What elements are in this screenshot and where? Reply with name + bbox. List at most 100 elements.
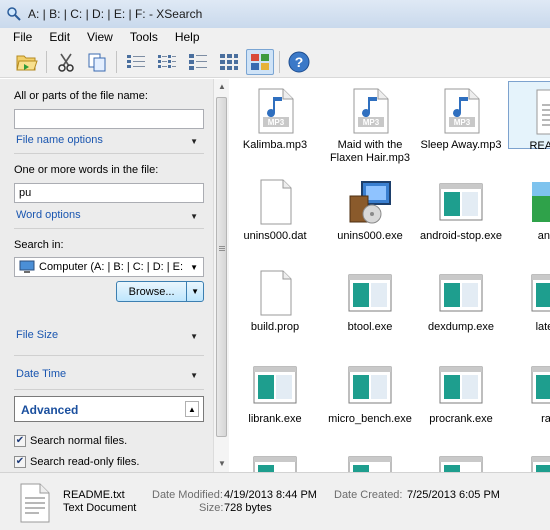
browse-button[interactable]: Browse... ▼ [116,281,204,302]
status-bar: README.txt Text Document Date Modified: … [0,472,550,530]
file-name: build.prop [250,321,300,333]
file-name: dexdump.exe [427,321,495,333]
grip-line [219,248,225,249]
result-item-partial[interactable] [230,451,320,472]
title-bar: A: | B: | C: | D: | E: | F: - XSearch [0,0,550,28]
word-options-toggle[interactable]: Word options ▼ [16,209,202,221]
menu-file[interactable]: File [4,30,40,44]
svg-text:MP3: MP3 [268,118,285,127]
result-item-selected[interactable]: README [508,81,550,152]
chevron-down-icon[interactable]: ▼ [187,287,203,296]
file-name: micro_bench.exe [328,413,412,425]
exe-window-icon [253,366,297,404]
result-item[interactable]: MP3 Kalimba.mp3 [230,87,320,152]
chevron-down-icon: ▼ [190,332,198,341]
result-item[interactable]: androi [508,178,550,243]
result-item[interactable]: librank.exe [230,361,320,426]
menu-view[interactable]: View [78,30,121,44]
left-panel-scrollbar[interactable]: ▲ ▼ [213,79,229,472]
result-item[interactable]: procrank.exe [416,361,506,426]
date-modified-label: Date Modified: [152,489,223,501]
result-item[interactable]: build.prop [230,269,320,334]
result-item[interactable]: micro_bench.exe [325,361,415,426]
details-view-icon [127,54,145,68]
copy-button[interactable] [83,49,111,75]
exe-window-icon [531,274,550,312]
scroll-up-icon[interactable]: ▲ [214,79,230,95]
result-item[interactable]: btool.exe [325,269,415,334]
file-name: procrank.exe [429,413,493,425]
large-icons-view-icon [251,53,269,70]
exe-window-icon [531,366,550,404]
scroll-thumb[interactable] [216,97,227,437]
list-view-button[interactable] [153,49,181,75]
copy-icon [88,53,106,71]
words-input[interactable] [14,183,204,203]
words-label: One or more words in the file: [14,164,159,176]
chevron-down-icon: ▼ [190,371,198,380]
search-read-only-files-checkbox[interactable]: ✔ Search read-only files. [14,456,139,468]
search-in-label: Search in: [14,239,64,251]
result-item[interactable]: MP3 Sleep Away.mp3 [416,87,506,152]
blank-file-icon [260,270,292,316]
results-panel: MP3 Kalimba.mp3 MP3 Maid with the Flaxen… [230,79,550,472]
result-item[interactable]: unins000.exe [325,178,415,243]
search-in-value: Computer (A: | B: | C: | D: | E: [39,261,184,273]
search-icon [7,7,21,21]
cut-button[interactable] [52,49,80,75]
result-item[interactable]: MP3 Maid with the Flaxen Hair.mp3 [325,87,415,165]
advanced-label: Advanced [21,403,79,417]
toolbar: ? [0,46,550,78]
mp3-icon: MP3 [444,88,480,134]
open-folder-icon [16,55,38,70]
details-view-button[interactable] [122,49,150,75]
result-item[interactable]: rawb [508,361,550,426]
result-item-partial[interactable] [508,451,550,472]
file-name-input[interactable] [14,109,204,129]
search-in-select[interactable]: Computer (A: | B: | C: | D: | E: ▼ [14,257,204,277]
date-time-toggle[interactable]: Date Time ▼ [16,368,202,380]
mp3-icon: MP3 [258,88,294,134]
result-item[interactable]: android-stop.exe [416,178,506,243]
tiles-view-button[interactable] [215,49,243,75]
file-name: rawb [541,413,550,425]
date-created-label: Date Created: [334,489,403,501]
document-icon [536,89,550,135]
advanced-toggle[interactable]: Advanced ▲ [14,396,204,422]
small-icons-view-button[interactable] [184,49,212,75]
menu-help[interactable]: Help [166,30,208,44]
file-name-options-label: File name options [16,134,103,146]
exe-window-icon [531,456,550,472]
result-item-partial[interactable] [325,451,415,472]
list-view-icon [158,54,176,68]
menu-tools[interactable]: Tools [121,30,166,44]
result-item-partial[interactable] [416,451,506,472]
svg-text:MP3: MP3 [363,118,380,127]
browse-label: Browse... [128,285,175,298]
file-name: Maid with the Flaxen Hair.mp3 [329,139,411,164]
tiles-view-icon [220,53,238,70]
search-normal-files-checkbox[interactable]: ✔ Search normal files. [14,435,127,447]
status-file-type: Text Document [63,502,137,514]
chevron-down-icon: ▼ [190,263,198,272]
small-icons-view-icon [189,53,207,70]
exe-window-icon [439,456,483,472]
result-item[interactable]: dexdump.exe [416,269,506,334]
divider [14,389,204,390]
word-options-label: Word options [16,209,81,221]
file-name-options-toggle[interactable]: File name options ▼ [16,134,202,146]
mp3-icon: MP3 [353,88,389,134]
file-size-toggle[interactable]: File Size ▼ [16,329,202,341]
grip-line [219,246,225,247]
help-icon: ? [288,51,310,72]
date-created-value: 7/25/2013 6:05 PM [407,489,500,501]
scroll-down-icon[interactable]: ▼ [214,456,230,472]
result-item[interactable]: latency [508,269,550,334]
menu-edit[interactable]: Edit [40,30,78,44]
result-item[interactable]: unins000.dat [230,178,320,243]
large-icons-view-button[interactable] [246,48,274,75]
help-button[interactable]: ? [285,49,313,75]
svg-text:?: ? [295,54,304,70]
file-size-label: File Size [16,329,59,341]
open-folder-button[interactable] [13,49,41,75]
